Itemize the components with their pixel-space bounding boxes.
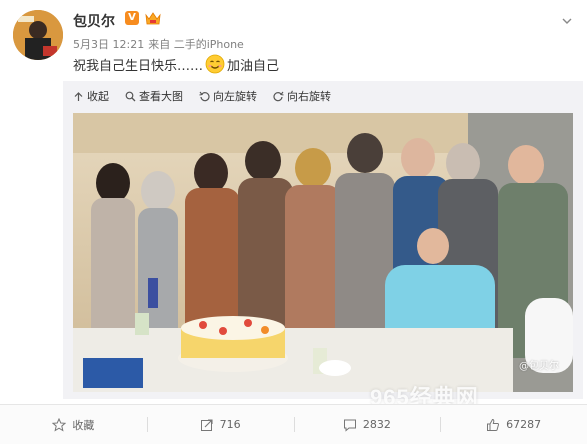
view-large-button[interactable]: 查看大图 — [125, 88, 183, 104]
collapse-label: 收起 — [87, 90, 109, 103]
comment-button[interactable]: 2832 — [293, 405, 441, 444]
favorite-label: 收藏 — [72, 418, 95, 432]
post-actions-bar: 收藏 716 2832 67287 — [0, 404, 587, 444]
birthday-party-photo — [73, 113, 573, 392]
verified-badge: V — [125, 11, 139, 25]
media-toolbar: 收起 查看大图 向左旋转 向右旋转 — [63, 81, 583, 111]
rotate-right-button[interactable]: 向右旋转 — [273, 88, 331, 104]
rotate-left-icon — [199, 91, 210, 101]
post-source[interactable]: 来自 二手的iPhone — [148, 38, 244, 51]
username[interactable]: 包贝尔 — [73, 11, 115, 31]
rotate-right-icon — [273, 91, 284, 101]
media-box: 收起 查看大图 向左旋转 向右旋转 @包贝尔 — [63, 81, 583, 399]
post-text-part-1: 祝我自己生日快乐…… — [73, 58, 204, 74]
smile-emoji-icon — [205, 54, 225, 74]
view-large-label: 查看大图 — [139, 90, 183, 103]
photo-watermark: @包贝尔 — [519, 361, 559, 372]
like-count: 67287 — [506, 418, 542, 431]
repost-button[interactable]: 716 — [146, 405, 294, 444]
user-avatar[interactable] — [13, 10, 63, 60]
member-crown-icon[interactable] — [145, 11, 161, 26]
star-icon — [52, 417, 67, 432]
weibo-post: 包贝尔 V 5月3日 12:21 来自 二手的iPhone 祝我自己生日快乐…… … — [0, 0, 587, 444]
chevron-down-icon[interactable] — [561, 12, 573, 24]
favorite-button[interactable]: 收藏 — [0, 405, 147, 444]
search-icon — [125, 91, 136, 101]
collapse-icon — [74, 91, 83, 101]
repost-count: 716 — [219, 418, 241, 431]
rotate-right-label: 向右旋转 — [287, 90, 331, 103]
comment-icon — [343, 419, 356, 432]
like-button[interactable]: 67287 — [440, 405, 587, 444]
rotate-left-label: 向左旋转 — [213, 90, 257, 103]
comment-count: 2832 — [362, 418, 391, 431]
post-time[interactable]: 5月3日 12:21 — [73, 38, 144, 51]
thumbs-up-icon — [487, 418, 500, 431]
repost-icon — [200, 418, 213, 431]
post-meta: 5月3日 12:21 来自 二手的iPhone — [73, 36, 248, 52]
post-text: 祝我自己生日快乐…… 加油自己 — [73, 54, 279, 74]
collapse-button[interactable]: 收起 — [73, 88, 109, 104]
post-photo[interactable]: @包贝尔 — [73, 113, 573, 392]
rotate-left-button[interactable]: 向左旋转 — [199, 88, 257, 104]
avatar-image — [13, 10, 63, 60]
post-text-part-2: 加油自己 — [227, 58, 280, 74]
